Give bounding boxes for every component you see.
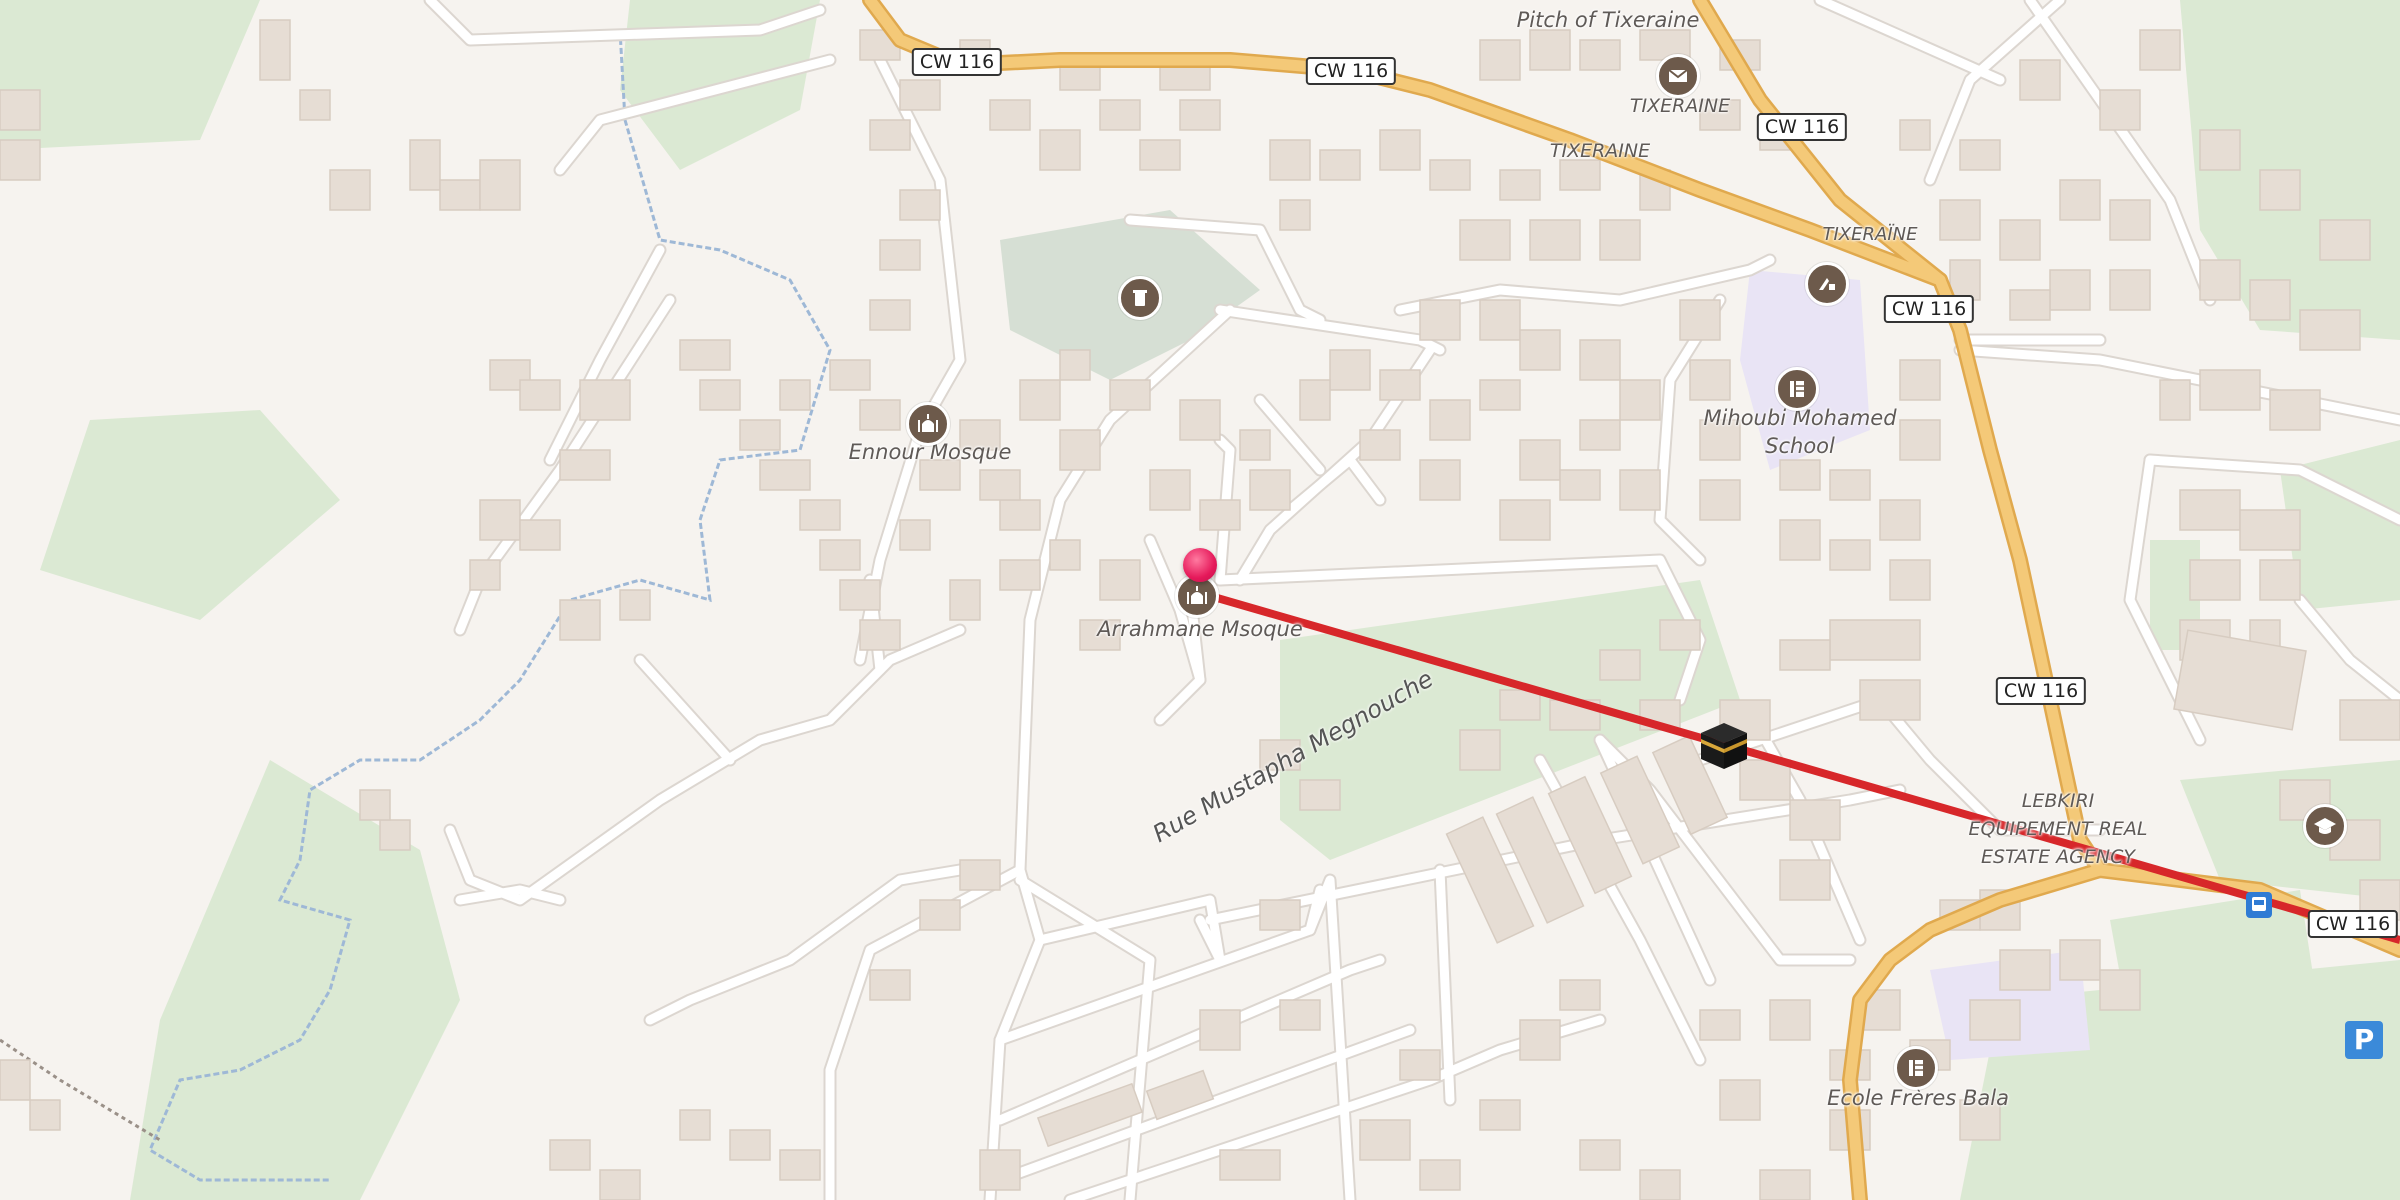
parking-icon[interactable]: P xyxy=(2345,1021,2383,1059)
post-office-icon[interactable] xyxy=(1656,54,1700,98)
bus-stop-icon[interactable] xyxy=(2246,892,2272,918)
school-icon[interactable] xyxy=(1894,1046,1938,1090)
cemetery-icon[interactable] xyxy=(1118,276,1162,320)
road-shield-cw116: CW 116 xyxy=(1756,113,1848,141)
mosque-icon[interactable] xyxy=(906,402,950,446)
education-icon[interactable] xyxy=(2303,804,2347,848)
school-icon[interactable] xyxy=(1805,262,1849,306)
place-label-lebkiri: LEBKIRI xyxy=(2021,790,2095,812)
location-pin[interactable] xyxy=(1183,548,1217,582)
map-view[interactable]: CW 116 CW 116 CW 116 CW 116 CW 116 CW 11… xyxy=(0,0,2400,1200)
school-icon[interactable] xyxy=(1775,367,1819,411)
road-shield-cw116: CW 116 xyxy=(2307,910,2399,938)
road-shield-cw116: CW 116 xyxy=(1883,295,1975,323)
place-label-tixeraine-road: TIXERAINE xyxy=(1549,140,1651,162)
road-shield-cw116: CW 116 xyxy=(1305,57,1397,85)
place-label-lebkiri: ESTATE AGENCY xyxy=(1980,846,2136,868)
place-label-lebkiri: EQUIPEMENT REAL xyxy=(1968,818,2148,840)
road-shield-cw116: CW 116 xyxy=(1995,677,2087,705)
place-label-arrahmane-mosque: Arrahmane Msoque xyxy=(1097,617,1303,641)
kaaba-icon[interactable] xyxy=(1697,719,1751,771)
road-shield-cw116: CW 116 xyxy=(911,48,1003,76)
place-label-tixeraine-east: TIXERAÏNE xyxy=(1822,224,1918,245)
place-label-mihoubi-school: School xyxy=(1765,434,1835,458)
place-label-pitch: Pitch of Tixeraine xyxy=(1516,8,1700,32)
